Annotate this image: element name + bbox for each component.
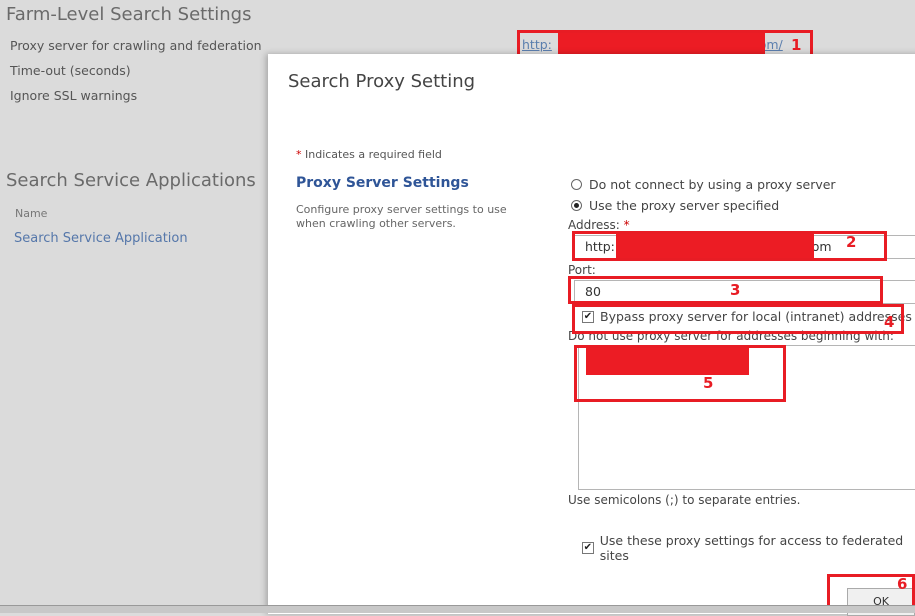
required-field-note: * Indicates a required field: [296, 148, 442, 161]
setting-ssl-label: Ignore SSL warnings: [10, 88, 138, 103]
annotation-box-4: [572, 304, 904, 334]
federated-checkbox-row[interactable]: ✔ Use these proxy settings for access to…: [582, 533, 915, 563]
radio-use-proxy[interactable]: Use the proxy server specified: [571, 198, 779, 213]
proxy-settings-title: Proxy Server Settings: [296, 175, 469, 191]
search-proxy-dialog: Search Proxy Setting * Indicates a requi…: [268, 54, 915, 616]
checkbox-checked-icon: ✔: [582, 542, 594, 554]
federated-label: Use these proxy settings for access to f…: [599, 533, 904, 563]
radio-selected-icon: [571, 200, 582, 211]
annotation-number-3: 3: [730, 281, 741, 299]
search-service-app-link[interactable]: Search Service Application: [14, 231, 188, 246]
annotation-number-6: 6: [897, 575, 908, 593]
address-label-text: Address:: [568, 218, 620, 232]
setting-proxy-label: Proxy server for crawling and federation: [10, 38, 262, 53]
annotation-box-2: [572, 231, 887, 261]
port-label: Port:: [568, 263, 596, 277]
semicolon-hint: Use semicolons (;) to separate entries.: [568, 493, 801, 507]
radio-no-proxy[interactable]: Do not connect by using a proxy server: [571, 177, 836, 192]
address-label: Address: *: [568, 218, 630, 232]
annotation-number-4: 4: [884, 313, 895, 331]
annotation-box-5: [574, 345, 786, 402]
annotation-number-1: 1: [791, 36, 802, 54]
required-note-text: Indicates a required field: [301, 148, 442, 161]
dialog-title: Search Proxy Setting: [288, 71, 476, 92]
proxy-settings-description: Configure proxy server settings to use w…: [296, 203, 507, 230]
annotation-number-5: 5: [703, 374, 714, 392]
annotation-box-3: [568, 276, 883, 304]
radio-unselected-icon: [571, 179, 582, 190]
address-required-star: *: [623, 218, 630, 232]
setting-timeout-label: Time-out (seconds): [10, 63, 131, 78]
radio-use-proxy-label: Use the proxy server specified: [589, 198, 780, 213]
page-title: Farm-Level Search Settings: [6, 4, 252, 25]
column-header-name: Name: [15, 207, 48, 220]
radio-no-proxy-label: Do not connect by using a proxy server: [589, 177, 836, 192]
section-title: Search Service Applications: [6, 170, 256, 191]
annotation-number-2: 2: [846, 233, 857, 251]
